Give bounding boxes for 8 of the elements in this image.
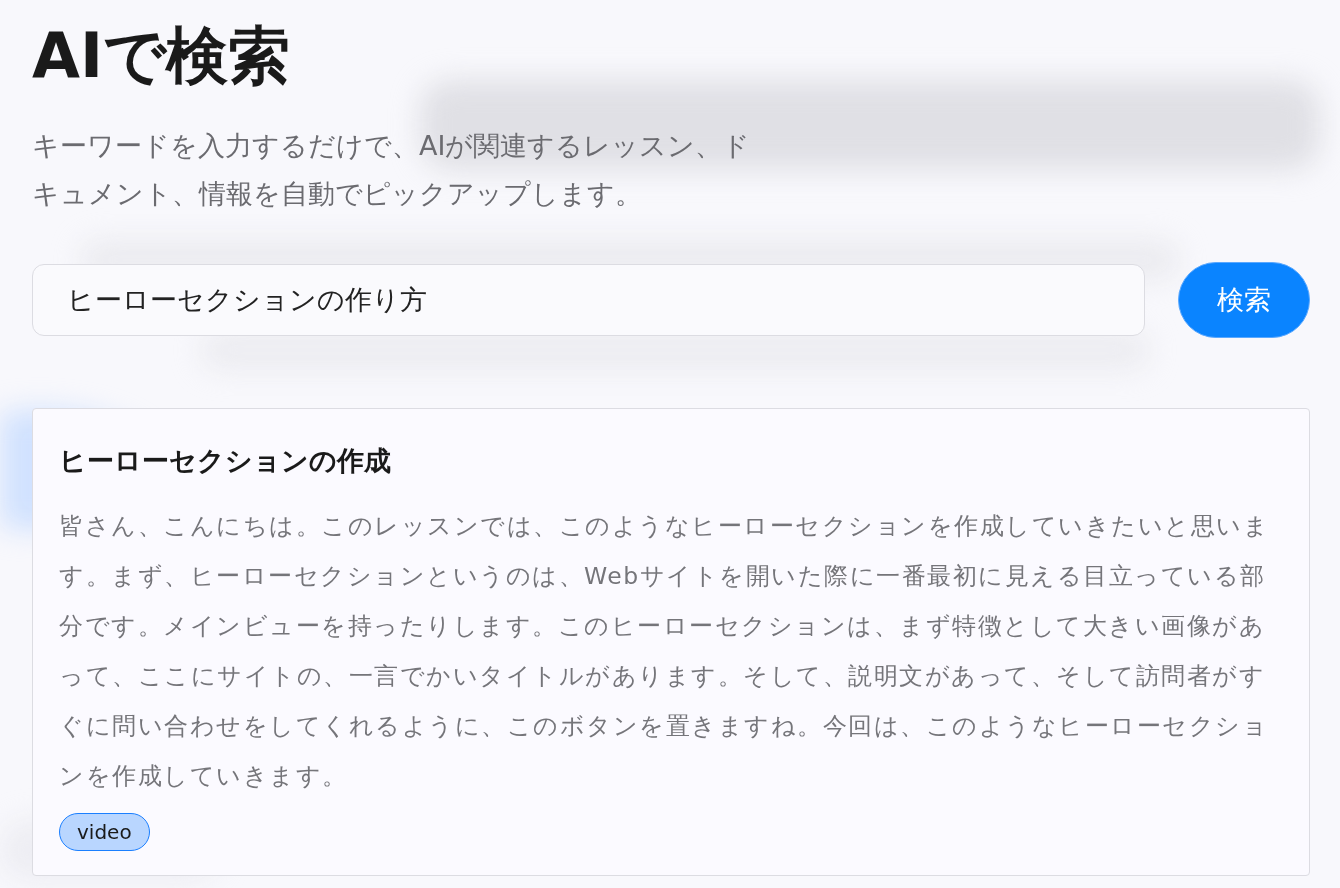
page-title: AIで検索 bbox=[32, 18, 292, 94]
result-title: ヒーローセクションの作成 bbox=[59, 444, 392, 478]
type-tag: video bbox=[59, 813, 150, 851]
search-button[interactable]: 検索 bbox=[1178, 262, 1310, 338]
result-snippet: 皆さん、こんにちは。このレッスンでは、このようなヒーローセクションを作成していきたいと思います。まず、ヒーローセクションというのは、Webサイトを開いた際に一番最初に見える目立っている部分です。メインビューを持ったりします。このヒーローセクションは、まず特徴として大きい画像があって、ここにサイトの、一言でかいタイトルがあります。そして、説明文があって、そして訪問者がすぐに問い合わせをしてくれるように、このボタンを置きますね。今回は、このようなヒーローセクションを作成していきます。 bbox=[59, 511, 1270, 792]
result-card[interactable] bbox=[32, 408, 1310, 876]
page-description: キーワードを入力するだけで、AIが関連するレッスン、ドキュメント、情報を自動でピックアップします。 bbox=[32, 129, 752, 211]
search-field[interactable]: ヒーローセクションの作り方 bbox=[32, 264, 1145, 336]
